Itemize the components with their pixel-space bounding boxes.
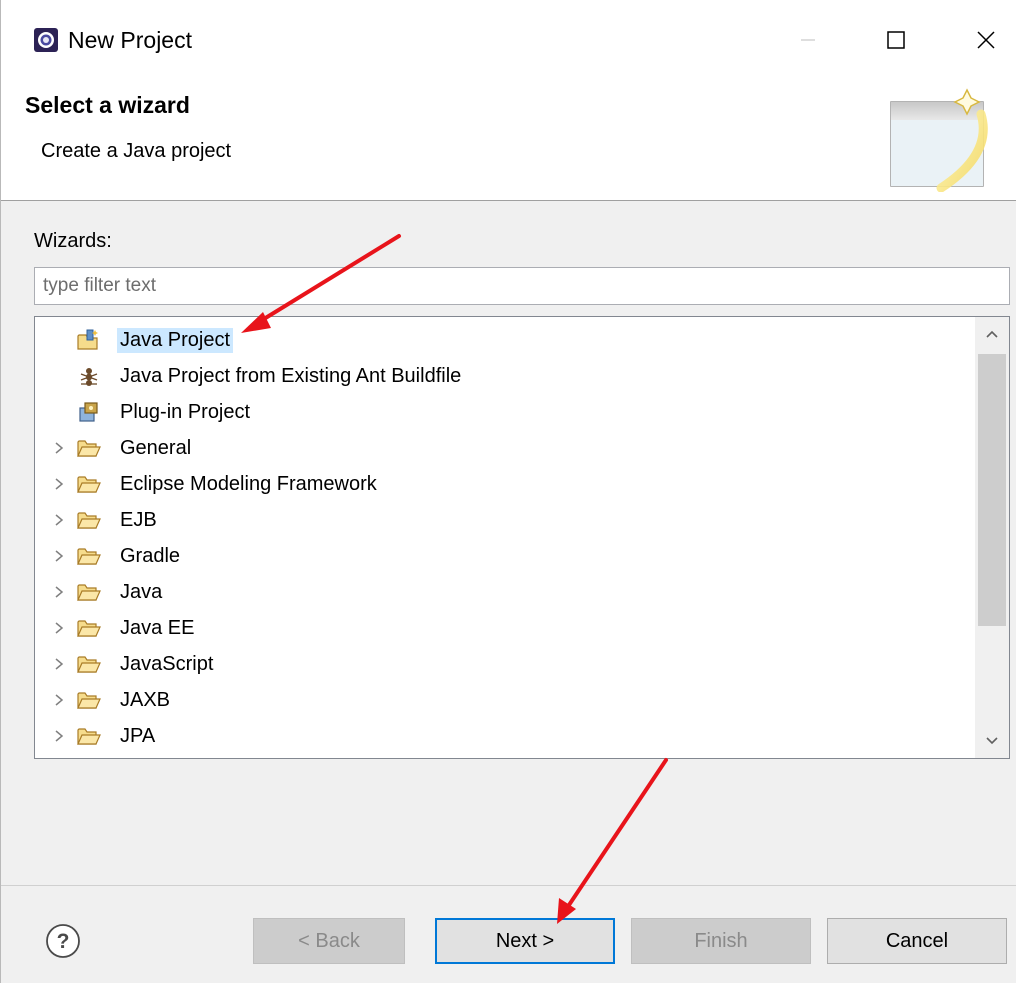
minimize-icon: [801, 39, 815, 41]
close-button[interactable]: [963, 20, 1009, 60]
folder-icon: [77, 472, 101, 496]
expand-chevron-icon[interactable]: [51, 539, 67, 573]
tree-item-label: Java Project: [117, 327, 234, 353]
expand-chevron-icon[interactable]: [51, 611, 67, 645]
banner-description: Create a Java project: [41, 140, 232, 162]
wizards-label: Wizards:: [34, 230, 112, 252]
tree-item-label: Java Project from Existing Ant Buildfile: [120, 364, 462, 387]
new-wizard-graphic-icon: [890, 88, 988, 192]
folder-icon: [77, 580, 101, 604]
chevron-down-icon: [986, 737, 998, 745]
tree-item-label: JPA: [120, 724, 156, 747]
tree-item-label: JAXB: [120, 688, 171, 711]
scroll-down-button[interactable]: [975, 724, 1009, 758]
eclipse-app-icon: [34, 28, 58, 52]
folder-icon: [77, 436, 101, 460]
tree-item[interactable]: Java EE: [35, 611, 975, 645]
folder-icon: [77, 724, 101, 748]
expand-chevron-icon[interactable]: [51, 683, 67, 717]
title-bar: New Project: [1, 0, 1016, 78]
expand-chevron-icon[interactable]: [51, 503, 67, 537]
expand-chevron-icon[interactable]: [51, 467, 67, 501]
tree-item[interactable]: Java Project from Existing Ant Buildfile: [35, 359, 975, 393]
folder-icon: [77, 544, 101, 568]
tree-item[interactable]: Java Project: [35, 323, 975, 357]
tree-item[interactable]: Gradle: [35, 539, 975, 573]
arrow-to-next-button: [557, 758, 668, 924]
tree-item-label: Java: [120, 580, 163, 603]
folder-icon: [77, 508, 101, 532]
filter-input[interactable]: [34, 267, 1010, 305]
wizard-banner: Select a wizard Create a Java project: [1, 78, 1016, 201]
tree-item[interactable]: Eclipse Modeling Framework: [35, 467, 975, 501]
tree-item[interactable]: EJB: [35, 503, 975, 537]
folder-icon: [77, 688, 101, 712]
folder-icon: [77, 616, 101, 640]
back-button[interactable]: < Back: [253, 918, 405, 964]
chevron-up-icon: [986, 330, 998, 338]
tree-item-label: Plug-in Project: [120, 400, 251, 423]
finish-button[interactable]: Finish: [631, 918, 811, 964]
maximize-button[interactable]: [873, 20, 919, 60]
tree-item-label: General: [120, 436, 192, 459]
tree-item[interactable]: JAXB: [35, 683, 975, 717]
tree-item[interactable]: Plug-in Project: [35, 395, 975, 429]
minimize-button[interactable]: [785, 20, 831, 60]
expand-chevron-icon[interactable]: [51, 431, 67, 465]
vertical-scrollbar[interactable]: [975, 317, 1009, 758]
expand-chevron-icon[interactable]: [51, 647, 67, 681]
tree-item-label: JavaScript: [120, 652, 214, 675]
tree-item[interactable]: General: [35, 431, 975, 465]
expand-chevron-icon[interactable]: [51, 575, 67, 609]
window-title: New Project: [68, 27, 192, 53]
next-button[interactable]: Next >: [435, 918, 615, 964]
wizard-tree[interactable]: Java Project Java Project from Existing A…: [34, 316, 1010, 759]
scroll-thumb[interactable]: [978, 354, 1006, 626]
cancel-button[interactable]: Cancel: [827, 918, 1007, 964]
tree-item-label: EJB: [120, 508, 157, 531]
tree-item-label: Gradle: [120, 544, 181, 567]
new-project-dialog: New Project Select a wizard Create a Jav…: [0, 0, 1016, 983]
footer-separator: [1, 885, 1016, 886]
plugin-project-icon: [77, 400, 101, 424]
tree-item[interactable]: JPA: [35, 719, 975, 753]
maximize-icon: [887, 31, 905, 49]
tree-item-label: Eclipse Modeling Framework: [120, 472, 377, 495]
tree-item-label: Java EE: [120, 616, 195, 639]
svg-text:?: ?: [57, 930, 70, 953]
help-icon[interactable]: ?: [45, 923, 81, 959]
expand-chevron-icon[interactable]: [51, 719, 67, 753]
java-project-icon: [77, 328, 101, 352]
tree-item[interactable]: Java: [35, 575, 975, 609]
folder-icon: [77, 652, 101, 676]
tree-item[interactable]: JavaScript: [35, 647, 975, 681]
banner-title: Select a wizard: [25, 92, 190, 118]
close-icon: [977, 31, 995, 49]
scroll-up-button[interactable]: [975, 317, 1009, 351]
ant-icon: [77, 364, 101, 388]
